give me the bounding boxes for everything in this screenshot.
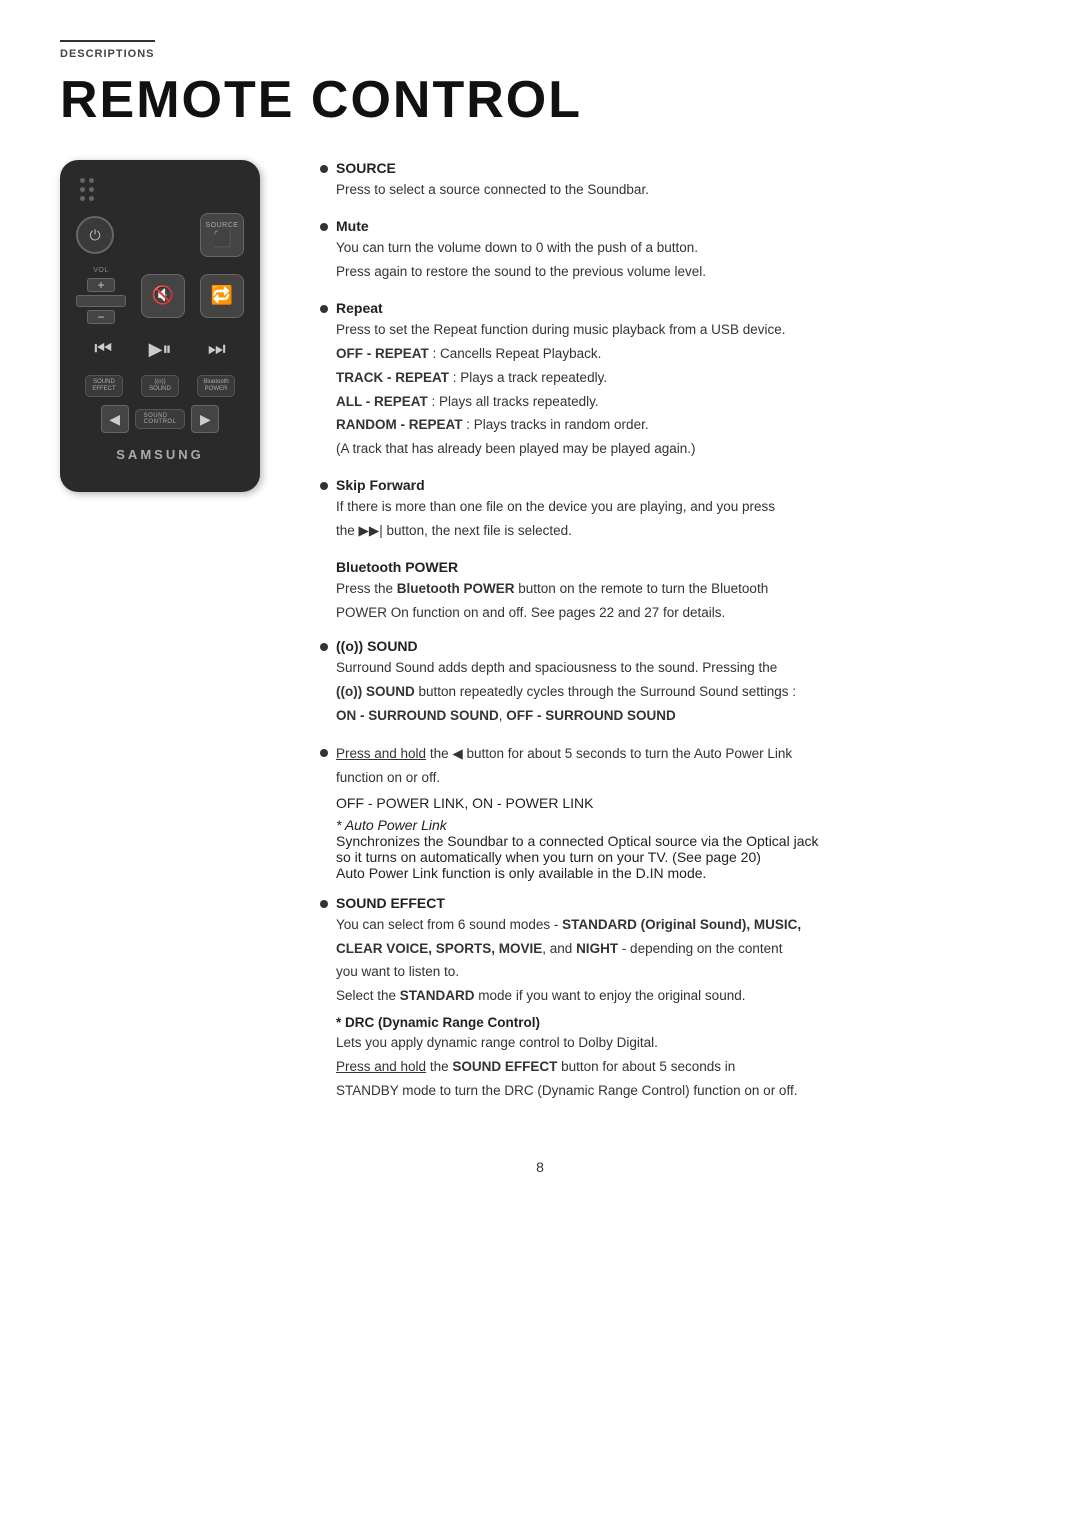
source-bullet xyxy=(320,165,328,173)
repeat-button[interactable]: 🔁 xyxy=(200,274,244,318)
source-title: SOURCE xyxy=(336,160,1020,176)
repeat-section: Repeat Press to set the Repeat function … xyxy=(320,300,1020,464)
drc-section: * DRC (Dynamic Range Control) Lets you a… xyxy=(336,1015,1020,1102)
sound-effect-title: SOUND EFFECT xyxy=(336,895,1020,911)
power-button[interactable]: ⏻ xyxy=(76,216,114,254)
sound-surround-label: ((o))SOUND xyxy=(149,379,171,393)
right-arrow-button[interactable]: ▶ xyxy=(191,405,219,433)
auto-power-note: * Auto Power Link Synchronizes the Sound… xyxy=(336,817,1020,881)
sound-content: ((o)) SOUND Surround Sound adds depth an… xyxy=(336,638,1020,730)
drc-title: * DRC (Dynamic Range Control) xyxy=(336,1015,1020,1030)
power-link-emphasis: OFF - POWER LINK, ON - POWER LINK xyxy=(336,795,1020,811)
auto-power-link-section: Press and hold the ◀ button for about 5 … xyxy=(320,744,1020,881)
vol-col: VOL + − xyxy=(76,267,126,324)
play-pause-button[interactable]: ▶⏸ xyxy=(149,339,172,360)
repeat-bullet xyxy=(320,305,328,313)
vol-up-button[interactable]: + xyxy=(87,278,115,292)
skip-back-button[interactable]: ⏮ xyxy=(94,338,112,361)
remote-illustration: ⏻ SOURCE ⬛ VOL + − 🔇 xyxy=(60,160,280,492)
page-number: 8 xyxy=(60,1159,1020,1175)
mute-bullet xyxy=(320,223,328,231)
sound-control-label: SOUNDCONTROL xyxy=(144,413,177,425)
vol-label: VOL xyxy=(93,267,109,274)
sound-effect-button[interactable]: SOUNDEFFECT xyxy=(85,375,123,397)
mute-icon: 🔇 xyxy=(152,285,174,306)
bluetooth-power-title: Bluetooth POWER xyxy=(336,559,1020,575)
auto-power-link-content: Press and hold the ◀ button for about 5 … xyxy=(336,744,1020,881)
transport-row: ⏮ ▶⏸ ⏭ xyxy=(76,334,244,365)
repeat-title: Repeat xyxy=(336,300,1020,316)
source-body: Press to select a source connected to th… xyxy=(336,180,1020,201)
skip-forward-body: If there is more than one file on the de… xyxy=(336,497,1020,542)
sound-control-center: SOUNDCONTROL xyxy=(135,409,186,429)
vol-down-button[interactable]: − xyxy=(87,310,115,324)
auto-power-link-body: Press and hold the ◀ button for about 5 … xyxy=(336,744,1020,789)
sound-effect-section: SOUND EFFECT You can select from 6 sound… xyxy=(320,895,1020,1105)
skip-forward-bullet xyxy=(320,482,328,490)
source-section: SOURCE Press to select a source connecte… xyxy=(320,160,1020,204)
sound-button[interactable]: ((o))SOUND xyxy=(141,375,179,397)
section-label: DESCRIPTIONS xyxy=(60,40,155,60)
auto-power-link-bullet xyxy=(320,749,328,757)
mute-title: Mute xyxy=(336,218,1020,234)
skip-forward-title: Skip Forward xyxy=(336,477,1020,493)
source-icon: ⬛ xyxy=(212,229,232,249)
sound-effect-body: You can select from 6 sound modes - STAN… xyxy=(336,915,1020,1008)
function-buttons-row: SOUNDEFFECT ((o))SOUND BluetoothPOWER xyxy=(76,375,244,397)
repeat-icon: 🔁 xyxy=(211,285,233,306)
sound-body: Surround Sound adds depth and spaciousne… xyxy=(336,658,1020,727)
bluetooth-power-body: Press the Bluetooth POWER button on the … xyxy=(336,579,1020,624)
mute-body: You can turn the volume down to 0 with t… xyxy=(336,238,1020,283)
source-content: SOURCE Press to select a source connecte… xyxy=(336,160,1020,204)
drc-body: Lets you apply dynamic range control to … xyxy=(336,1033,1020,1102)
repeat-content: Repeat Press to set the Repeat function … xyxy=(336,300,1020,464)
vol-bar xyxy=(76,295,126,307)
mute-section: Mute You can turn the volume down to 0 w… xyxy=(320,218,1020,286)
sound-effect-bullet xyxy=(320,900,328,908)
sound-effect-label: SOUNDEFFECT xyxy=(92,379,115,393)
sound-section: ((o)) SOUND Surround Sound adds depth an… xyxy=(320,638,1020,730)
remote-body: ⏻ SOURCE ⬛ VOL + − 🔇 xyxy=(60,160,260,492)
left-arrow-button[interactable]: ◀ xyxy=(101,405,129,433)
power-source-row: ⏻ SOURCE ⬛ xyxy=(76,213,244,257)
sound-effect-content: SOUND EFFECT You can select from 6 sound… xyxy=(336,895,1020,1105)
remote-top-dots xyxy=(76,178,244,201)
source-button[interactable]: SOURCE ⬛ xyxy=(200,213,244,257)
sound-title: ((o)) SOUND xyxy=(336,638,1020,654)
samsung-logo: SAMSUNG xyxy=(76,447,244,462)
descriptions-panel: SOURCE Press to select a source connecte… xyxy=(320,160,1020,1119)
repeat-body: Press to set the Repeat function during … xyxy=(336,320,1020,461)
skip-forward-button[interactable]: ⏭ xyxy=(208,338,226,361)
bluetooth-label: BluetoothPOWER xyxy=(203,379,228,393)
skip-forward-content: Skip Forward If there is more than one f… xyxy=(336,477,1020,545)
vol-section: VOL + − 🔇 🔁 xyxy=(76,267,244,324)
bluetooth-power-section: Bluetooth POWER Press the Bluetooth POWE… xyxy=(336,559,1020,624)
mute-button[interactable]: 🔇 xyxy=(141,274,185,318)
sound-control-row: ◀ SOUNDCONTROL ▶ xyxy=(76,405,244,433)
source-label: SOURCE xyxy=(206,222,239,229)
vol-controls: + − xyxy=(76,278,126,324)
sound-bullet xyxy=(320,643,328,651)
mute-content: Mute You can turn the volume down to 0 w… xyxy=(336,218,1020,286)
page-title: REMOTE CONTROL xyxy=(60,70,1020,130)
skip-forward-section: Skip Forward If there is more than one f… xyxy=(320,477,1020,545)
bluetooth-power-button[interactable]: BluetoothPOWER xyxy=(197,375,235,397)
power-icon: ⏻ xyxy=(89,227,100,244)
